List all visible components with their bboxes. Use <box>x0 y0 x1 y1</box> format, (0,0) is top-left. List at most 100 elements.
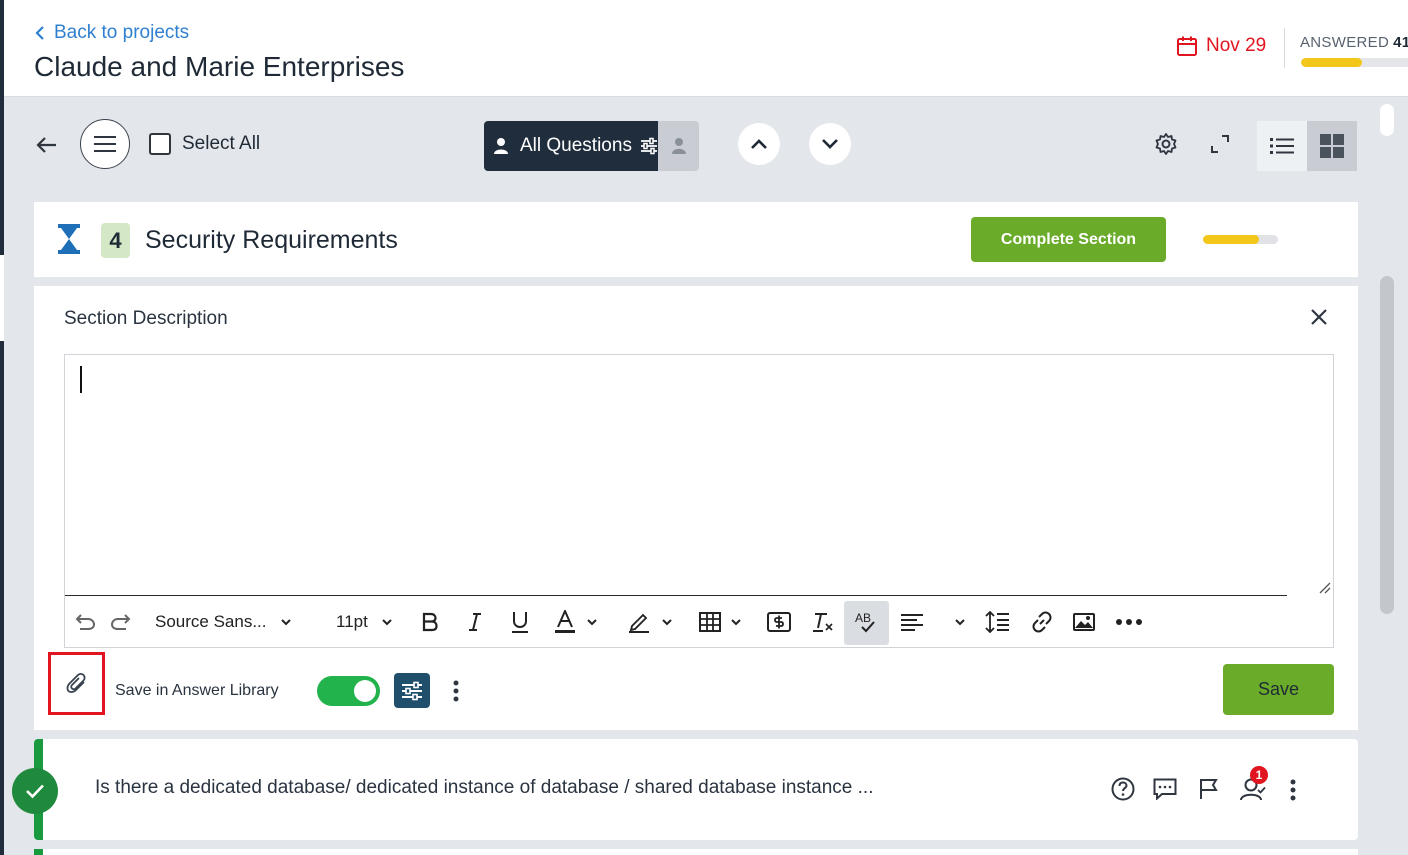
font-family-dropdown[interactable]: Source Sans... <box>155 596 305 648</box>
merge-tag-button[interactable] <box>765 596 793 648</box>
save-button[interactable]: Save <box>1223 664 1334 715</box>
back-link-label: Back to projects <box>54 22 190 43</box>
list-view-icon <box>1270 138 1294 154</box>
help-icon <box>1111 777 1135 801</box>
insert-image-button[interactable] <box>1071 596 1097 648</box>
complete-section-button[interactable]: Complete Section <box>971 217 1166 262</box>
page-title: Claude and Marie Enterprises <box>34 51 405 82</box>
answered-progress-fill <box>1301 58 1363 67</box>
hamburger-icon <box>94 136 116 152</box>
hamburger-menu-button[interactable] <box>80 119 130 169</box>
header-divider <box>1284 28 1285 68</box>
next-question-button[interactable] <box>809 123 851 165</box>
answered-progress-bar <box>1301 58 1408 67</box>
top-header: Back to projects Claude and Marie Enterp… <box>4 0 1408 97</box>
expand-icon <box>1211 135 1229 153</box>
save-in-answer-library-toggle[interactable] <box>317 676 380 706</box>
scrollbar-top-cap <box>1380 104 1394 136</box>
line-height-button[interactable] <box>983 596 1011 648</box>
answer-library-settings-button[interactable] <box>394 673 430 708</box>
checkbox[interactable] <box>149 133 171 155</box>
chevron-up-icon <box>751 139 767 149</box>
bold-icon <box>422 612 438 632</box>
align-button[interactable] <box>899 596 925 648</box>
previous-question-button[interactable] <box>738 123 780 165</box>
question-help-button[interactable] <box>1109 775 1137 803</box>
chevron-down-icon <box>955 618 965 625</box>
chevron-down-icon <box>822 139 838 149</box>
comment-icon <box>1153 778 1177 800</box>
clear-formatting-button[interactable] <box>811 596 835 648</box>
close-icon[interactable] <box>1308 306 1330 328</box>
sliders-icon <box>402 681 422 700</box>
back-to-projects-link[interactable]: Back to projects <box>34 22 189 44</box>
table-button[interactable] <box>697 596 743 648</box>
rich-text-editor: Source Sans... 11pt AB <box>64 354 1334 648</box>
more-icon <box>1116 619 1142 625</box>
answered-count: 41 <box>1393 34 1408 51</box>
paperclip-icon <box>66 672 86 693</box>
image-icon <box>1073 613 1095 631</box>
bold-button[interactable] <box>418 596 442 648</box>
text-color-button[interactable] <box>551 596 601 648</box>
chevron-down-icon <box>662 618 672 625</box>
question-row[interactable]: Is there a dedicated database/ dedicated… <box>12 739 1358 840</box>
my-questions-filter-button[interactable] <box>658 121 699 171</box>
view-toggle <box>1257 121 1357 171</box>
more-options-button[interactable] <box>1114 596 1144 648</box>
font-family-value: Source Sans... <box>155 612 267 631</box>
list-view-button[interactable] <box>1257 121 1307 171</box>
select-all-checkbox[interactable]: Select All <box>149 133 260 155</box>
description-editor-input[interactable] <box>65 355 1333 595</box>
insert-link-button[interactable] <box>1028 596 1056 648</box>
italic-button[interactable] <box>463 596 487 648</box>
redo-button[interactable] <box>109 596 133 648</box>
hourglass-icon <box>58 224 80 254</box>
question-more-menu-button[interactable] <box>1283 777 1303 803</box>
question-comments-button[interactable] <box>1151 775 1179 803</box>
gear-icon <box>1155 133 1177 155</box>
section-description-title: Section Description <box>64 308 228 329</box>
flag-icon <box>1200 779 1218 799</box>
question-filter: All Questions <box>484 121 699 171</box>
grid-view-button[interactable] <box>1307 121 1357 171</box>
sliders-icon <box>640 137 657 155</box>
description-more-menu-button[interactable] <box>446 678 466 704</box>
link-icon <box>1032 611 1052 633</box>
section-header: 4 Security Requirements Complete Section <box>34 202 1358 277</box>
all-questions-filter-button[interactable]: All Questions <box>484 121 658 171</box>
attach-file-button[interactable] <box>48 652 105 715</box>
question-text[interactable]: Is there a dedicated database/ dedicated… <box>95 777 874 799</box>
line-height-icon <box>985 611 1009 633</box>
next-question-row <box>34 849 1358 855</box>
underline-button[interactable] <box>508 596 532 648</box>
section-title: Security Requirements <box>145 226 398 254</box>
chevron-down-icon <box>382 618 392 625</box>
font-size-dropdown[interactable]: 11pt <box>336 596 396 648</box>
toggle-knob <box>354 680 376 702</box>
underline-icon <box>512 612 528 633</box>
spellcheck-button[interactable]: AB <box>844 601 889 645</box>
font-size-value: 11pt <box>336 612 368 631</box>
chevron-down-icon <box>280 618 291 625</box>
align-dropdown-button[interactable] <box>948 596 972 648</box>
text-caret <box>80 366 82 393</box>
question-flag-button[interactable] <box>1195 775 1223 803</box>
highlight-button[interactable] <box>623 596 677 648</box>
resize-handle-icon[interactable] <box>1317 580 1331 594</box>
due-date-text: Nov 29 <box>1206 35 1267 56</box>
settings-button[interactable] <box>1152 130 1180 158</box>
answered-label: ANSWERED 41 <box>1300 34 1408 51</box>
table-icon <box>699 612 721 632</box>
undo-button[interactable] <box>73 596 97 648</box>
left-edge-gap <box>0 255 4 341</box>
check-icon <box>26 784 44 799</box>
text-color-icon <box>555 610 575 633</box>
question-complete-badge <box>12 768 58 814</box>
arrow-left-icon[interactable] <box>34 132 60 158</box>
redo-icon <box>110 614 131 630</box>
kebab-icon <box>1290 779 1296 801</box>
fullscreen-button[interactable] <box>1206 130 1234 158</box>
editor-toolbar: Source Sans... 11pt AB <box>65 595 1287 647</box>
scrollbar-thumb[interactable] <box>1380 276 1394 614</box>
